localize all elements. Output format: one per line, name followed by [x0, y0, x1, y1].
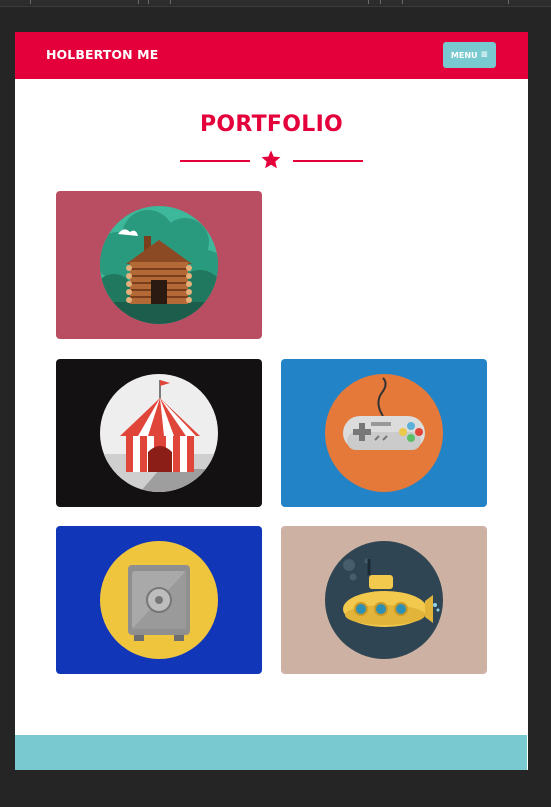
portfolio-item-game-controller[interactable]: [281, 359, 487, 507]
circus-tent-icon: [100, 374, 218, 492]
browser-top-strip: [0, 0, 551, 7]
section-title: PORTFOLIO: [199, 112, 344, 137]
cabin-icon: [100, 206, 218, 324]
footer: [15, 735, 527, 770]
page: HOLBERTON ME MENU ≡ PORTFOLIO: [15, 32, 528, 770]
menu-label: MENU: [450, 50, 478, 60]
menu-button[interactable]: MENU ≡: [443, 42, 496, 68]
portfolio-item-circus-tent[interactable]: [56, 359, 262, 507]
portfolio-item-safe[interactable]: [56, 526, 262, 674]
star-icon: [261, 150, 281, 169]
divider-line-right: [293, 160, 363, 162]
hamburger-icon: ≡: [480, 49, 489, 60]
game-controller-icon: [325, 374, 443, 492]
title-divider: [180, 148, 363, 174]
portfolio-item-submarine[interactable]: [281, 526, 487, 674]
navbar: HOLBERTON ME MENU ≡: [15, 32, 528, 79]
submarine-icon: [325, 541, 443, 659]
portfolio-item-cabin[interactable]: [56, 191, 262, 339]
divider-line-left: [180, 160, 250, 162]
brand-link[interactable]: HOLBERTON ME: [46, 47, 158, 62]
safe-icon: [100, 541, 218, 659]
